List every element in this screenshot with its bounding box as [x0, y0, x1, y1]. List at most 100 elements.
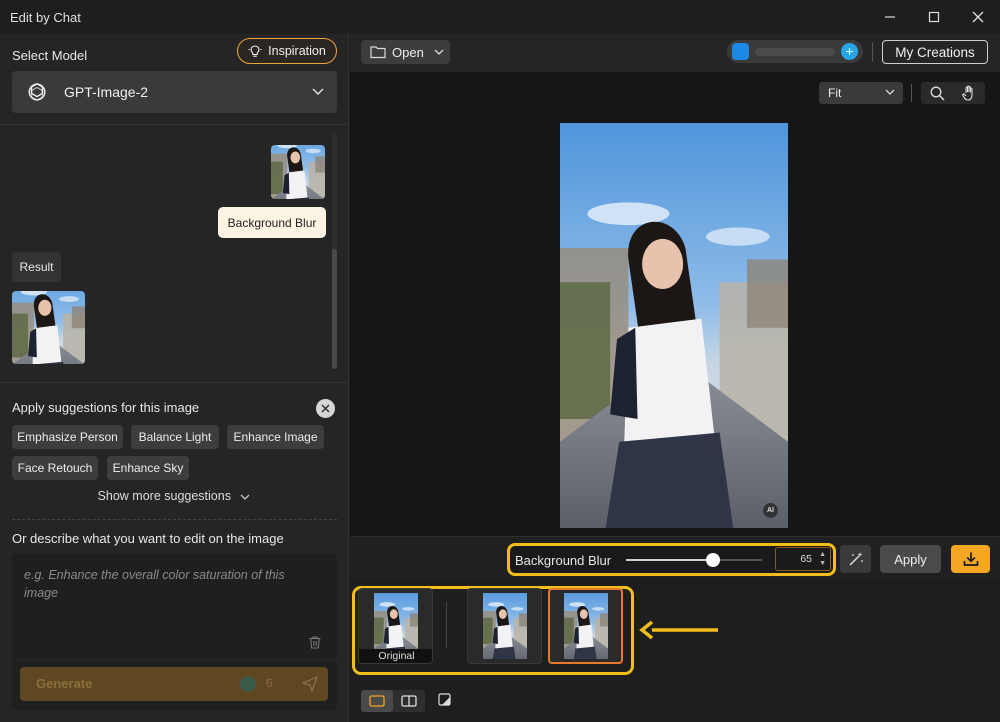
- result-image: [12, 291, 85, 364]
- user-image-thumbnail[interactable]: [271, 145, 325, 199]
- auto-enhance-button[interactable]: [840, 545, 871, 573]
- divider: [872, 42, 873, 62]
- trash-icon[interactable]: [309, 636, 321, 649]
- result-image-thumbnail[interactable]: [12, 291, 85, 364]
- generate-label: Generate: [36, 676, 93, 691]
- divider: [911, 84, 912, 102]
- background-blur-control: Background Blur 65 ▲ ▼: [507, 543, 836, 576]
- history-item-selected[interactable]: [548, 588, 623, 664]
- main-image: AI: [560, 123, 788, 528]
- scrollbar-thumb[interactable]: [332, 249, 337, 369]
- adjust-bar: Background Blur 65 ▲ ▼ Apply: [350, 536, 1000, 580]
- minimize-icon: [885, 16, 895, 18]
- suggestions-title: Apply suggestions for this image: [12, 400, 200, 415]
- history-strip: Original: [350, 580, 1000, 684]
- arrow-left-icon: [639, 620, 718, 640]
- hand-icon: [961, 85, 973, 101]
- my-creations-button[interactable]: My Creations: [882, 40, 988, 64]
- maximize-button[interactable]: [912, 0, 956, 34]
- suggestion-chip[interactable]: Emphasize Person: [12, 425, 123, 449]
- add-credits-icon[interactable]: +: [841, 43, 858, 60]
- view-mode-toggle: [361, 690, 425, 712]
- prompt-placeholder: e.g. Enhance the overall color saturatio…: [24, 568, 285, 600]
- prompt-input[interactable]: e.g. Enhance the overall color saturatio…: [12, 553, 337, 659]
- show-more-suggestions[interactable]: Show more suggestions: [0, 489, 349, 503]
- main-photo: [560, 123, 788, 528]
- apply-button[interactable]: Apply: [880, 545, 941, 573]
- chat-history: Background Blur Result: [0, 124, 349, 382]
- zoom-tool-button[interactable]: [921, 82, 953, 104]
- maximize-icon: [928, 11, 940, 23]
- top-toolbar: Open + My Creations: [350, 34, 1000, 72]
- chevron-down-icon: [434, 49, 444, 55]
- show-more-label: Show more suggestions: [97, 489, 231, 503]
- single-view-button[interactable]: [361, 690, 393, 712]
- chat-scrollbar[interactable]: [332, 133, 337, 369]
- single-view-icon: [369, 695, 385, 707]
- send-icon: [302, 676, 318, 692]
- chevron-down-icon: [312, 88, 324, 96]
- chevron-down-icon: [885, 89, 895, 95]
- split-view-button[interactable]: [393, 690, 425, 712]
- close-icon: [321, 404, 330, 413]
- magic-wand-icon: [848, 552, 863, 566]
- lightbulb-icon: [248, 45, 262, 57]
- chevron-down-icon: [240, 494, 250, 500]
- close-window-button[interactable]: [956, 0, 1000, 34]
- zoom-mode-label: Fit: [828, 86, 842, 100]
- suggestion-chip[interactable]: Enhance Image: [227, 425, 324, 449]
- compare-icon[interactable]: [438, 693, 451, 706]
- open-button[interactable]: Open: [361, 40, 450, 64]
- model-name: GPT-Image-2: [64, 84, 149, 100]
- suggestion-chip[interactable]: Enhance Sky: [107, 456, 189, 480]
- history-item[interactable]: [467, 588, 542, 664]
- generate-credit-count: 6: [266, 676, 273, 690]
- ai-badge: AI: [763, 503, 778, 518]
- inspiration-label: Inspiration: [268, 44, 326, 58]
- download-icon: [963, 552, 978, 566]
- adjust-label: Background Blur: [515, 553, 612, 568]
- pan-tool-button[interactable]: [953, 82, 985, 104]
- describe-label: Or describe what you want to edit on the…: [12, 531, 284, 546]
- download-button[interactable]: [951, 545, 990, 573]
- left-panel: Select Model Inspiration GPT-Image-2 Bac…: [0, 34, 349, 722]
- image-canvas[interactable]: Fit AI: [350, 72, 1000, 536]
- view-tools: [921, 82, 985, 104]
- minimize-button[interactable]: [868, 0, 912, 34]
- blur-value: 65: [800, 553, 812, 565]
- stepper-arrows-icon[interactable]: ▲ ▼: [819, 550, 826, 568]
- credits-balance[interactable]: +: [727, 40, 863, 63]
- split-view-icon: [401, 695, 417, 707]
- magnifier-icon: [930, 86, 944, 100]
- folder-icon: [370, 46, 386, 59]
- slider-track-filled[interactable]: [626, 559, 710, 561]
- suggestion-chip[interactable]: Balance Light: [131, 425, 219, 449]
- suggestion-chip[interactable]: Face Retouch: [12, 456, 98, 480]
- history-thumb: [483, 593, 527, 659]
- window-title: Edit by Chat: [10, 9, 81, 25]
- credits-icon: [732, 43, 749, 60]
- history-thumb: [564, 593, 608, 659]
- slider-handle[interactable]: [706, 553, 720, 567]
- zoom-select[interactable]: Fit: [819, 82, 903, 104]
- user-message-bubble: Background Blur: [218, 207, 326, 238]
- generate-button[interactable]: Generate 6: [20, 667, 328, 701]
- openai-logo-icon: [28, 82, 46, 102]
- close-suggestions-button[interactable]: [316, 399, 335, 418]
- user-image: [271, 145, 325, 199]
- title-bar: Edit by Chat: [0, 0, 1000, 34]
- select-model-label: Select Model: [12, 48, 88, 63]
- open-label: Open: [392, 44, 424, 60]
- view-mode-bar: [350, 684, 1000, 722]
- credits-amount-hidden: [755, 48, 835, 56]
- history-caption: Original: [359, 649, 432, 663]
- result-label: Result: [12, 252, 61, 282]
- blur-value-input[interactable]: 65 ▲ ▼: [775, 547, 831, 571]
- model-select[interactable]: GPT-Image-2: [12, 71, 337, 113]
- generate-area: Generate 6: [12, 660, 337, 710]
- divider: [12, 519, 337, 520]
- inspiration-button[interactable]: Inspiration: [237, 38, 337, 64]
- credit-icon: [240, 676, 256, 692]
- close-icon: [972, 11, 984, 23]
- history-item-original[interactable]: Original: [358, 588, 433, 664]
